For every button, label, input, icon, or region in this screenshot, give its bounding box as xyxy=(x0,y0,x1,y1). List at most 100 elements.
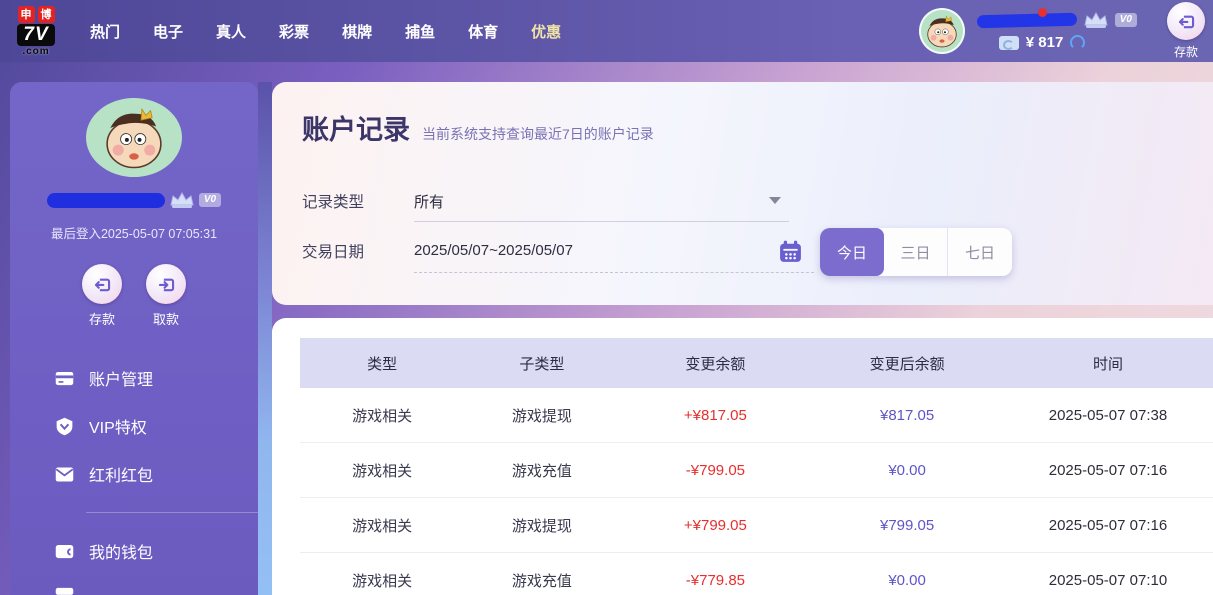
sidebar-deposit-label: 存款 xyxy=(88,312,115,327)
avatar[interactable] xyxy=(918,8,965,54)
topbar: 申 博 7V .com 热门 电子 真人 彩票 棋牌 捕鱼 体育 优惠 V0 ¥… xyxy=(0,0,1213,62)
user-cluster: V0 ¥ 817 存款 xyxy=(918,0,1205,62)
record-type-filter: 记录类型 所有 xyxy=(302,190,789,222)
site-logo[interactable]: 申 博 7V .com xyxy=(8,5,64,57)
logo-badges: 申 博 xyxy=(17,5,55,23)
dashed-underline xyxy=(414,272,814,273)
nav-item[interactable]: 热门 xyxy=(90,21,120,42)
col-header-after: 变更后余额 xyxy=(869,355,945,373)
cell-subtype: 游戏充值 xyxy=(511,462,572,480)
sidebar-item-vip[interactable]: VIP特权 xyxy=(54,402,258,450)
cell-subtype: 游戏提现 xyxy=(511,407,572,425)
deposit-button-top[interactable]: 存款 xyxy=(1167,2,1205,60)
cell-change-amount: -¥779.85 xyxy=(685,571,745,589)
range-button[interactable]: 三日 xyxy=(884,228,948,276)
sidebar-withdraw-button[interactable]: 取款 xyxy=(146,264,186,328)
nav-item[interactable]: 棋牌 xyxy=(342,21,372,42)
balance-amount: ¥ 817 xyxy=(1025,34,1064,51)
sidebar-vip-badge: V0 xyxy=(198,193,222,207)
date-filter-label: 交易日期 xyxy=(302,244,365,261)
logo-text: 7V xyxy=(17,23,55,46)
date-filter: 交易日期 2025/05/07~2025/05/07 xyxy=(302,240,814,273)
envelope-icon xyxy=(55,467,74,481)
sidebar-item-label: 账户管理 xyxy=(89,372,154,389)
sidebar-menu: 账户管理 VIP特权 红利红包 我的钱包 xyxy=(10,354,258,595)
sidebar-item-wallet[interactable]: 我的钱包 xyxy=(54,527,258,575)
vip-badge: V0 xyxy=(1114,13,1137,27)
last-login-text: 最后登入2025-05-07 07:05:31 xyxy=(50,227,218,241)
calendar-icon[interactable] xyxy=(778,239,803,264)
range-button[interactable]: 七日 xyxy=(948,228,1012,276)
deposit-label: 存款 xyxy=(1173,45,1198,59)
logo-suffix: .com xyxy=(22,45,50,57)
record-type-label: 记录类型 xyxy=(302,194,365,211)
account-records-panel: 账户记录 当前系统支持查询最近7日的账户记录 记录类型 所有 交易日期 2025… xyxy=(272,82,1213,305)
nav-item[interactable]: 真人 xyxy=(216,21,246,42)
notification-dot xyxy=(1038,8,1047,17)
username-redacted xyxy=(976,12,1077,28)
cell-after-balance: ¥0.00 xyxy=(888,461,926,479)
record-type-select[interactable]: 所有 xyxy=(414,191,789,222)
cell-after-balance: ¥799.05 xyxy=(879,516,935,534)
user-info: V0 ¥ 817 xyxy=(976,11,1137,51)
sidebar-avatar-image xyxy=(94,98,174,177)
nav-item[interactable]: 彩票 xyxy=(279,21,309,42)
cell-change-amount: +¥799.05 xyxy=(683,516,747,534)
card-icon xyxy=(55,371,74,385)
logo-badge-1: 申 xyxy=(17,5,35,23)
avatar-image xyxy=(920,10,963,52)
cell-after-balance: ¥817.05 xyxy=(879,406,935,424)
cell-time: 2025-05-07 07:10 xyxy=(1048,571,1168,589)
sidebar: V0 最后登入2025-05-07 07:05:31 存款 取款 账户管理 VI… xyxy=(10,82,258,595)
sidebar-item-partial[interactable] xyxy=(54,575,258,595)
partial-icon xyxy=(55,587,74,595)
cell-type: 游戏相关 xyxy=(352,572,413,590)
logo-badge-2: 博 xyxy=(37,5,55,23)
sidebar-divider xyxy=(86,512,258,513)
nav-item[interactable]: 电子 xyxy=(153,21,183,42)
cell-change-amount: -¥799.05 xyxy=(685,461,745,479)
col-header-type: 类型 xyxy=(367,355,398,373)
deposit-icon xyxy=(1167,2,1205,40)
refresh-balance-icon[interactable] xyxy=(1070,35,1086,50)
sidebar-item-label: 我的钱包 xyxy=(89,545,154,562)
cell-change-amount: +¥817.05 xyxy=(683,406,747,424)
table-row[interactable]: 游戏相关 游戏充值 -¥779.85 ¥0.00 2025-05-07 07:1… xyxy=(300,553,1213,595)
sidebar-item-label: 红利红包 xyxy=(89,468,154,485)
vip-shield-icon xyxy=(56,417,73,435)
page-subtitle: 当前系统支持查询最近7日的账户记录 xyxy=(422,126,654,142)
cell-after-balance: ¥0.00 xyxy=(888,571,926,589)
col-header-change: 变更余额 xyxy=(685,355,746,373)
chevron-down-icon xyxy=(769,196,781,204)
col-header-time: 时间 xyxy=(1092,355,1123,373)
sidebar-avatar[interactable] xyxy=(86,98,182,177)
sidebar-vip-crown-icon xyxy=(170,191,194,208)
withdraw-icon xyxy=(146,264,186,304)
records-table-panel: 类型 子类型 变更余额 变更后余额 时间 游戏相关 游戏提现 +¥817.05 … xyxy=(272,318,1213,595)
table-row[interactable]: 游戏相关 游戏充值 -¥799.05 ¥0.00 2025-05-07 07:1… xyxy=(300,443,1213,498)
nav-item[interactable]: 优惠 xyxy=(531,21,561,42)
table-body: 游戏相关 游戏提现 +¥817.05 ¥817.05 2025-05-07 07… xyxy=(300,388,1213,595)
records-table: 类型 子类型 变更余额 变更后余额 时间 游戏相关 游戏提现 +¥817.05 … xyxy=(300,338,1213,595)
sidebar-item-label: VIP特权 xyxy=(89,420,147,437)
table-row[interactable]: 游戏相关 游戏提现 +¥817.05 ¥817.05 2025-05-07 07… xyxy=(300,388,1213,443)
table-row[interactable]: 游戏相关 游戏提现 +¥799.05 ¥799.05 2025-05-07 07… xyxy=(300,498,1213,553)
range-button[interactable]: 今日 xyxy=(820,228,884,276)
background-gap xyxy=(258,82,272,595)
nav-item[interactable]: 体育 xyxy=(468,21,498,42)
cell-type: 游戏相关 xyxy=(352,517,413,535)
sidebar-item-account[interactable]: 账户管理 xyxy=(54,354,258,402)
cell-type: 游戏相关 xyxy=(352,407,413,425)
vip-crown-icon xyxy=(1084,11,1108,28)
nav-item[interactable]: 捕鱼 xyxy=(405,21,435,42)
main-nav: 热门 电子 真人 彩票 棋牌 捕鱼 体育 优惠 xyxy=(90,21,561,42)
quick-actions: 存款 取款 xyxy=(82,264,186,328)
date-range-input[interactable]: 2025/05/07~2025/05/07 xyxy=(414,240,814,273)
cell-type: 游戏相关 xyxy=(352,462,413,480)
deposit-icon xyxy=(82,264,122,304)
sidebar-user-row: V0 xyxy=(46,191,222,209)
sidebar-item-bonus[interactable]: 红利红包 xyxy=(54,450,258,498)
record-type-value: 所有 xyxy=(414,193,445,211)
sidebar-deposit-button[interactable]: 存款 xyxy=(82,264,122,328)
page-title: 账户记录 xyxy=(302,115,410,145)
